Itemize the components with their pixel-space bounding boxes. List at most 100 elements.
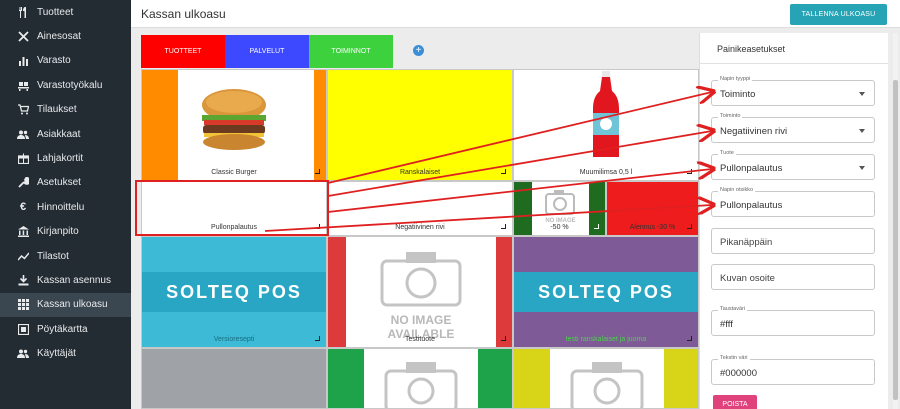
- sidebar-item-tilastot[interactable]: Tilastot: [0, 244, 131, 268]
- sidebar-item-label: Käyttäjät: [37, 348, 76, 360]
- sidebar-item-label: Kassan ulkoasu: [37, 299, 108, 311]
- sidebar-item-kassan-ulkoasu[interactable]: Kassan ulkoasu: [0, 292, 131, 318]
- soda-bottle-image: [593, 71, 619, 158]
- bank-icon: [17, 226, 29, 238]
- resize-handle-icon[interactable]: [687, 224, 692, 229]
- tile-muumilimsa[interactable]: Muumilimsa 0,5 l: [513, 69, 699, 181]
- cart-icon: [17, 104, 29, 116]
- tab-tuotteet[interactable]: TUOTTEET: [141, 35, 225, 68]
- users-icon: [17, 348, 29, 360]
- background-color-input[interactable]: Taustaväri #fff: [711, 306, 875, 336]
- sidebar-item-label: Varasto: [37, 55, 71, 67]
- solteq-logo: SOLTEQ POS: [514, 272, 698, 312]
- tab-toiminnot[interactable]: TOIMINNOT: [309, 35, 393, 68]
- sidebar-item-asiakkaat[interactable]: Asiakkaat: [0, 122, 131, 146]
- field-placeholder: Kuvan osoite: [720, 273, 775, 284]
- field-placeholder: Pikanäppäin: [720, 237, 773, 248]
- resize-handle-icon[interactable]: [687, 336, 692, 341]
- category-tabs: TUOTTEET PALVELUT TOIMINNOT: [141, 35, 393, 68]
- chevron-down-icon: [859, 92, 865, 96]
- sidebar-item-poytakartta[interactable]: Pöytäkartta: [0, 317, 131, 341]
- field-label: Toiminto: [718, 113, 743, 119]
- sidebar-item-tilaukset[interactable]: Tilaukset: [0, 98, 131, 122]
- image-url-input[interactable]: Kuvan osoite: [711, 264, 875, 290]
- sidebar-item-label: Varastotyökalu: [37, 79, 103, 91]
- resize-handle-icon[interactable]: [315, 224, 320, 229]
- resize-handle-icon[interactable]: [315, 336, 320, 341]
- tile-versioresepti[interactable]: SOLTEQ POS Versioresepti: [141, 236, 327, 348]
- sidebar-item-hinnoittelu[interactable]: € Hinnoittelu: [0, 195, 131, 219]
- download-icon: [17, 274, 29, 286]
- action-select[interactable]: Toiminto Negatiivinen rivi: [711, 113, 875, 143]
- sidebar-item-label: Ainesosat: [37, 31, 81, 43]
- gift-card-icon: [17, 153, 29, 165]
- sidebar-item-label: Tilastot: [37, 250, 69, 262]
- solteq-logo: SOLTEQ POS: [142, 272, 326, 312]
- tile-grey[interactable]: [141, 348, 327, 409]
- no-image-text: NO IMAGE: [390, 313, 452, 327]
- tile-label: Classic Burger: [211, 169, 257, 176]
- tile-label: Pullonpalautus: [211, 224, 257, 231]
- no-image-camera-icon: [545, 190, 575, 215]
- sidebar-item-label: Pöytäkartta: [37, 323, 88, 335]
- grid-icon: [17, 299, 29, 311]
- sidebar-item-ainesosat[interactable]: Ainesosat: [0, 24, 131, 48]
- field-value: Pullonpalautus: [720, 163, 783, 174]
- tile-testi-ranskalaiset[interactable]: SOLTEQ POS testi ranskalaiset ja juoma: [513, 236, 699, 348]
- tile-negatiivinen-rivi[interactable]: Negatiivinen rivi: [327, 181, 513, 236]
- button-grid: Classic Burger Ranskalaiset Muumilimsa 0…: [141, 69, 699, 409]
- tile-alennus[interactable]: Alennus -30 %: [606, 181, 699, 236]
- resize-handle-icon[interactable]: [501, 336, 506, 341]
- tile-label: Versioresepti: [213, 336, 255, 343]
- tile-label: testi ranskalaiset ja juoma: [565, 336, 647, 343]
- sidebar-item-varastotyokalu[interactable]: Varastotyökalu: [0, 73, 131, 97]
- resize-handle-icon[interactable]: [501, 224, 506, 229]
- sidebar-item-kirjanpito[interactable]: Kirjanpito: [0, 220, 131, 244]
- save-layout-button[interactable]: TALLENNA ULKOASU: [790, 4, 887, 25]
- chevron-down-icon: [859, 129, 865, 133]
- scrollbar-thumb[interactable]: [893, 80, 898, 400]
- utensils-icon: [17, 6, 29, 18]
- chevron-down-icon: [859, 166, 865, 170]
- field-label: Napin otsikko: [718, 187, 756, 193]
- tile-green-noimage[interactable]: [327, 348, 513, 409]
- cross-utensils-icon: [17, 31, 29, 43]
- pallet-icon: [17, 79, 29, 91]
- sidebar-item-kayttajat[interactable]: Käyttäjät: [0, 341, 131, 365]
- add-tab-icon[interactable]: +: [413, 45, 424, 56]
- tile-ranskalaiset[interactable]: Ranskalaiset: [327, 69, 513, 181]
- field-label: Napin tyyppi: [718, 76, 753, 82]
- button-type-select[interactable]: Napin tyyppi Toiminto: [711, 76, 875, 106]
- divider: [700, 63, 888, 64]
- button-title-input[interactable]: Napin otsikko Pullonpalautus: [711, 187, 875, 217]
- tab-palvelut[interactable]: PALVELUT: [225, 35, 309, 68]
- tile-label: Negatiivinen rivi: [395, 224, 445, 231]
- text-color-input[interactable]: Tekstin väri #000000: [711, 355, 875, 385]
- resize-handle-icon[interactable]: [315, 169, 320, 174]
- product-select[interactable]: Tuote Pullonpalautus: [711, 150, 875, 180]
- page-title: Kassan ulkoasu: [141, 7, 226, 21]
- top-header: Kassan ulkoasu TALLENNA ULKOASU: [131, 0, 900, 28]
- tile-classic-burger[interactable]: Classic Burger: [141, 69, 327, 181]
- tile-testituote[interactable]: NO IMAGE AVAILABLE Testituote: [327, 236, 513, 348]
- resize-handle-icon[interactable]: [687, 169, 692, 174]
- tile-fifty-percent[interactable]: NO IMAGE -50 %: [513, 181, 606, 236]
- sidebar-item-kassan-asennus[interactable]: Kassan asennus: [0, 268, 131, 292]
- tile-pullonpalautus[interactable]: Pullonpalautus: [141, 181, 327, 236]
- delete-button[interactable]: POISTA: [713, 395, 757, 409]
- sidebar-item-tuotteet[interactable]: Tuotteet: [0, 0, 131, 24]
- sidebar-item-label: Tuotteet: [37, 6, 74, 18]
- tile-label: Muumilimsa 0,5 l: [579, 169, 633, 176]
- resize-handle-icon[interactable]: [501, 169, 506, 174]
- field-label: Tekstin väri: [718, 355, 750, 361]
- sidebar-item-label: Kassan asennus: [37, 274, 111, 286]
- field-value: Negatiivinen rivi: [720, 126, 788, 137]
- shortcut-input[interactable]: Pikanäppäin: [711, 228, 875, 254]
- tile-yellow-noimage[interactable]: [513, 348, 699, 409]
- sidebar-item-asetukset[interactable]: Asetukset: [0, 171, 131, 195]
- sidebar-item-varasto[interactable]: Varasto: [0, 49, 131, 73]
- resize-handle-icon[interactable]: [594, 224, 599, 229]
- sidebar-item-label: Kirjanpito: [37, 226, 79, 238]
- no-image-camera-icon: [380, 252, 462, 307]
- sidebar-item-lahjakortit[interactable]: Lahjakortit: [0, 146, 131, 170]
